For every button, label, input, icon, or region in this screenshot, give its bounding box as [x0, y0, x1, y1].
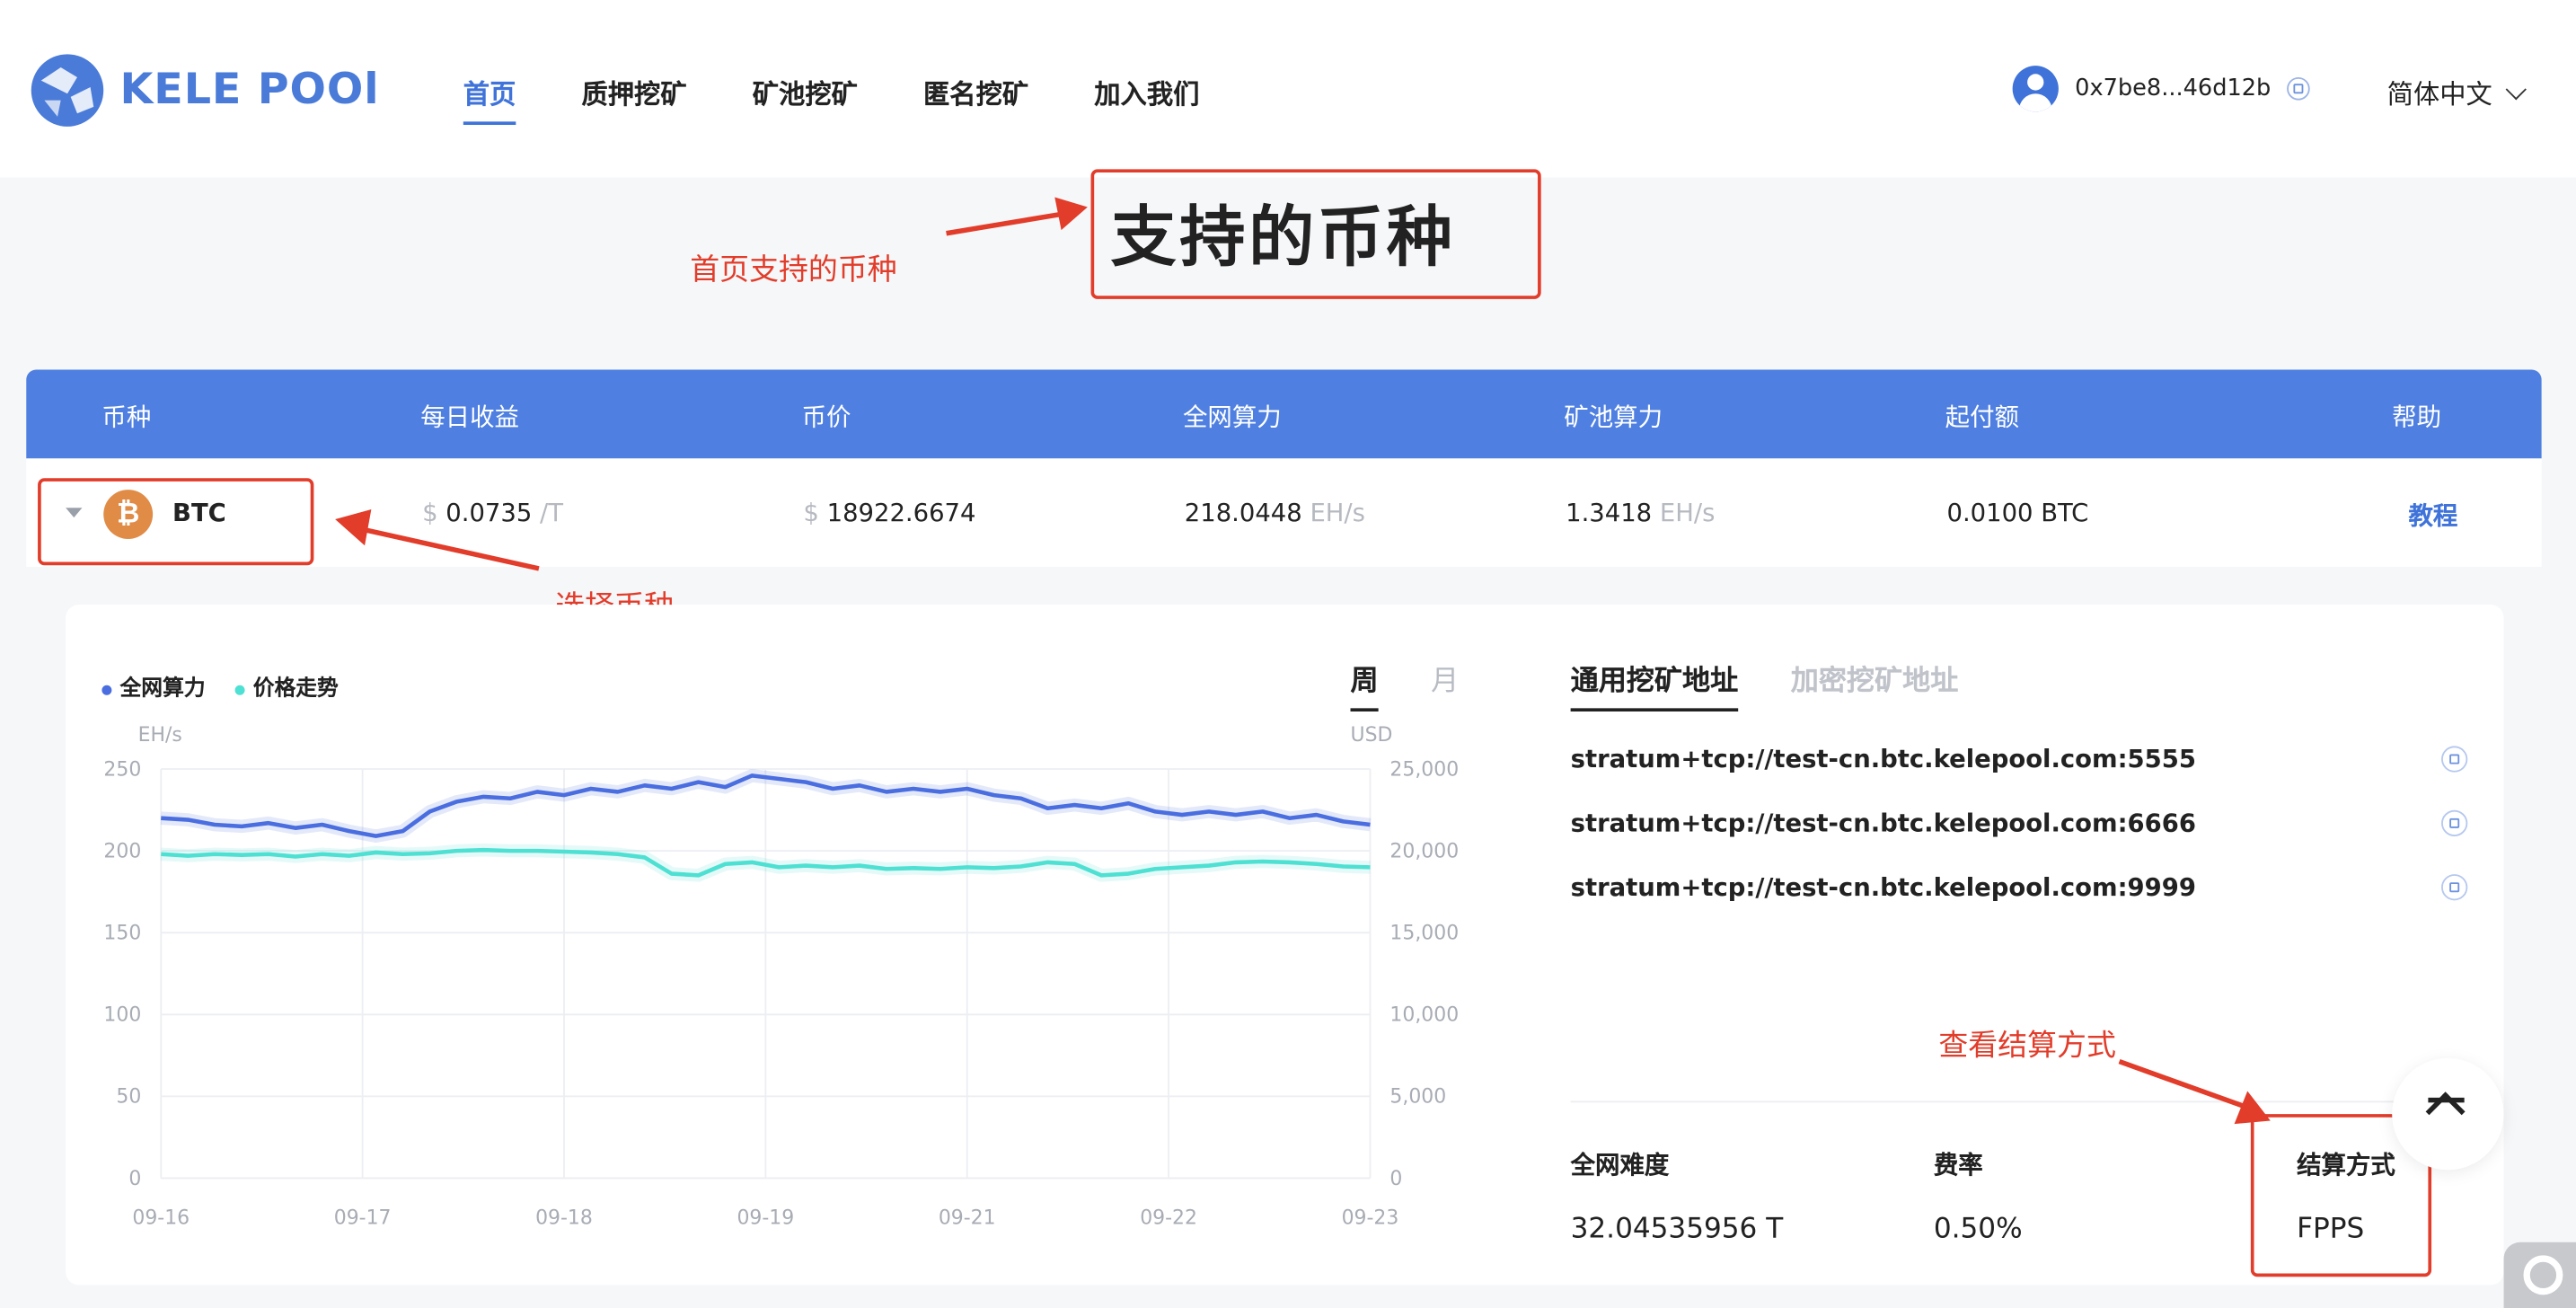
- network-hash-unit: EH/s: [1310, 498, 1365, 528]
- copy-icon[interactable]: [2287, 76, 2311, 101]
- nav-join-us[interactable]: 加入我们: [1094, 72, 1199, 111]
- fee-value: 0.50%: [1933, 1212, 2023, 1246]
- x-tick-label: 09-23: [1342, 1207, 1399, 1230]
- address-tabs: 通用挖矿地址 加密挖矿地址: [1570, 658, 1959, 712]
- col-daily-earnings: 每日收益: [420, 402, 520, 433]
- annotation-home-coins: 首页支持的币种: [690, 252, 897, 288]
- nav-anonymous-mining[interactable]: 匿名挖矿: [923, 72, 1028, 111]
- col-min-payout: 起付额: [1945, 402, 2019, 433]
- y-left-tick-label: 50: [116, 1086, 141, 1109]
- logo[interactable]: KELE POOl: [28, 51, 379, 130]
- annotation-box-coin: [38, 478, 314, 566]
- y-left-tick-label: 0: [128, 1168, 141, 1190]
- divider: [1570, 1100, 2468, 1103]
- nav-home[interactable]: 首页: [463, 72, 516, 126]
- copy-icon[interactable]: [2441, 746, 2468, 773]
- mining-address-3[interactable]: stratum+tcp://test-cn.btc.kelepool.com:9…: [1571, 872, 2196, 902]
- tab-encrypted-address[interactable]: 加密挖矿地址: [1791, 658, 1959, 711]
- annotation-arrow-icon: [335, 509, 540, 571]
- x-tick-label: 09-17: [334, 1207, 392, 1230]
- nav-staking-mining[interactable]: 质押挖矿: [582, 72, 687, 111]
- tab-general-address[interactable]: 通用挖矿地址: [1570, 658, 1739, 712]
- pool-hash-value: 1.3418: [1566, 498, 1653, 528]
- annotation-arrow-icon: [946, 197, 1088, 236]
- mining-address-1[interactable]: stratum+tcp://test-cn.btc.kelepool.com:5…: [1571, 745, 2196, 774]
- y-right-tick-label: 5,000: [1389, 1086, 1446, 1109]
- col-coin: 币种: [101, 402, 152, 433]
- language-selector[interactable]: 简体中文: [2386, 72, 2527, 111]
- col-network-hashrate: 全网算力: [1182, 402, 1282, 433]
- hashrate-price-chart: 250 25,000 200 20,000 150 15,000 100 10,000 50 5,…: [103, 758, 1459, 1230]
- fee-label: 费率: [1933, 1150, 1983, 1180]
- price-prefix: $: [803, 498, 819, 528]
- difficulty-label: 全网难度: [1570, 1150, 1670, 1180]
- page-title: 支持的币种: [1110, 200, 1456, 277]
- language-label: 简体中文: [2386, 78, 2492, 110]
- copy-icon[interactable]: [2441, 809, 2468, 837]
- logo-icon: [31, 54, 104, 127]
- pool-hash-unit: EH/s: [1659, 498, 1716, 528]
- gear-icon[interactable]: [2503, 1242, 2576, 1308]
- y-right-tick-label: 20,000: [1389, 840, 1459, 862]
- network-hash-value: 218.0448: [1184, 498, 1302, 528]
- logo-text: KELE POOl: [119, 66, 380, 116]
- y-left-tick-label: 200: [103, 840, 141, 862]
- wallet-address: 0x7be8...46d12b: [2075, 75, 2272, 102]
- back-to-top-button[interactable]: [2392, 1057, 2504, 1171]
- user-avatar-icon: [2012, 66, 2059, 112]
- x-tick-label: 09-18: [535, 1207, 593, 1230]
- y-right-tick-label: 0: [1389, 1168, 1402, 1190]
- y-left-tick-label: 150: [103, 923, 141, 945]
- annotation-settlement: 查看结算方式: [1938, 1029, 2116, 1064]
- x-tick-label: 09-16: [132, 1207, 190, 1230]
- y-left-tick-label: 100: [103, 1004, 141, 1027]
- coin-table-header: 币种 每日收益 币价 全网算力 矿池算力 起付额 帮助: [26, 369, 2542, 459]
- y-right-tick-label: 15,000: [1389, 923, 1459, 945]
- price-value: 18922.6674: [826, 498, 976, 528]
- coin-detail-panel: 全网算力 价格走势 周 月 EH/s USD 250 25,000 200 20,00…: [66, 605, 2504, 1286]
- top-header: KELE POOl 首页 质押挖矿 矿池挖矿 匿名挖矿 加入我们 0x7be8.…: [0, 0, 2576, 178]
- col-help: 帮助: [2392, 402, 2442, 433]
- x-tick-label: 09-19: [737, 1207, 794, 1230]
- x-tick-label: 09-21: [939, 1207, 996, 1230]
- difficulty-value: 32.04535956 T: [1570, 1212, 1784, 1246]
- main-nav: 首页 质押挖矿 矿池挖矿 匿名挖矿 加入我们: [463, 72, 1266, 126]
- col-price: 币价: [801, 402, 851, 433]
- mining-address-2[interactable]: stratum+tcp://test-cn.btc.kelepool.com:6…: [1571, 809, 2196, 838]
- copy-icon[interactable]: [2441, 874, 2468, 901]
- wallet-info[interactable]: 0x7be8...46d12b: [2012, 66, 2311, 112]
- col-pool-hashrate: 矿池算力: [1564, 402, 1663, 433]
- min-payout-value: 0.0100 BTC: [1946, 498, 2089, 528]
- y-left-tick-label: 250: [103, 758, 141, 781]
- nav-pool-mining[interactable]: 矿池挖矿: [753, 72, 858, 111]
- chevron-down-icon: [2505, 78, 2527, 100]
- tutorial-link[interactable]: 教程: [2408, 498, 2457, 532]
- x-tick-label: 09-22: [1140, 1207, 1197, 1230]
- y-right-tick-label: 25,000: [1389, 758, 1459, 781]
- y-right-tick-label: 10,000: [1389, 1004, 1459, 1027]
